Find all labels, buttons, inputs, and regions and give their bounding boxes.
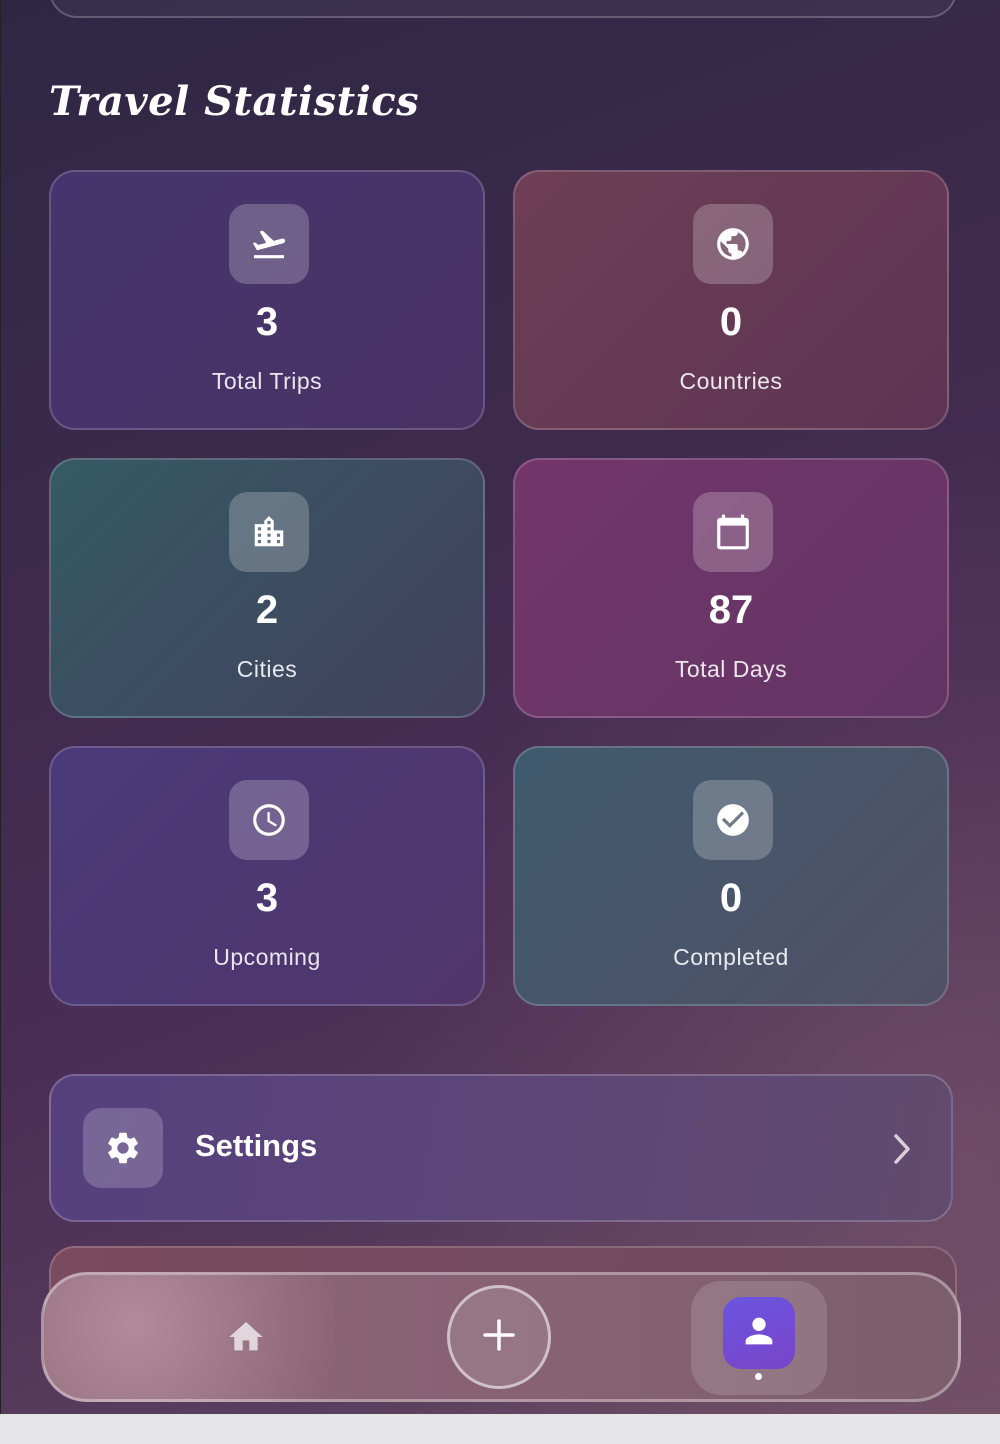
gear-icon xyxy=(83,1108,163,1188)
check-circle-icon xyxy=(693,780,773,860)
stat-card-total-days: 87 Total Days xyxy=(513,458,949,718)
previous-card-edge xyxy=(49,0,957,18)
stat-card-completed: 0 Completed xyxy=(513,746,949,1006)
settings-button[interactable]: Settings xyxy=(49,1074,953,1222)
stat-value: 0 xyxy=(719,876,743,920)
clock-icon xyxy=(229,780,309,860)
stat-value: 3 xyxy=(255,876,279,920)
stat-value: 0 xyxy=(719,300,743,344)
window-bottom-strip xyxy=(0,1414,1000,1444)
stat-card-total-trips: 3 Total Trips xyxy=(49,170,485,430)
chevron-right-icon xyxy=(889,1132,915,1171)
section-title: Travel Statistics xyxy=(49,78,420,125)
calendar-icon xyxy=(693,492,773,572)
stat-card-cities: 2 Cities xyxy=(49,458,485,718)
stat-value: 2 xyxy=(255,588,279,632)
home-icon xyxy=(226,1317,266,1362)
stat-label: Total Trips xyxy=(211,368,323,394)
nav-profile-button[interactable] xyxy=(691,1281,827,1395)
stat-value: 87 xyxy=(708,588,754,632)
stat-label: Cities xyxy=(236,656,298,682)
nav-add-button[interactable] xyxy=(447,1285,551,1389)
active-dot xyxy=(755,1373,762,1380)
settings-label: Settings xyxy=(195,1128,318,1163)
bottom-nav xyxy=(41,1272,961,1402)
stat-value: 3 xyxy=(255,300,279,344)
plus-icon xyxy=(479,1315,519,1360)
city-icon xyxy=(229,492,309,572)
profile-screen: Travel Statistics 3 Total Trips 0 Countr… xyxy=(0,0,1000,1444)
stat-card-countries: 0 Countries xyxy=(513,170,949,430)
stat-card-upcoming: 3 Upcoming xyxy=(49,746,485,1006)
nav-profile-active-indicator xyxy=(723,1297,795,1369)
flight-takeoff-icon xyxy=(229,204,309,284)
stat-label: Completed xyxy=(673,944,789,970)
stat-label: Total Days xyxy=(674,656,788,682)
stat-label: Upcoming xyxy=(213,944,321,970)
globe-icon xyxy=(693,204,773,284)
stat-label: Countries xyxy=(679,368,783,394)
person-icon xyxy=(739,1311,779,1356)
nav-home-button[interactable] xyxy=(224,1317,268,1361)
